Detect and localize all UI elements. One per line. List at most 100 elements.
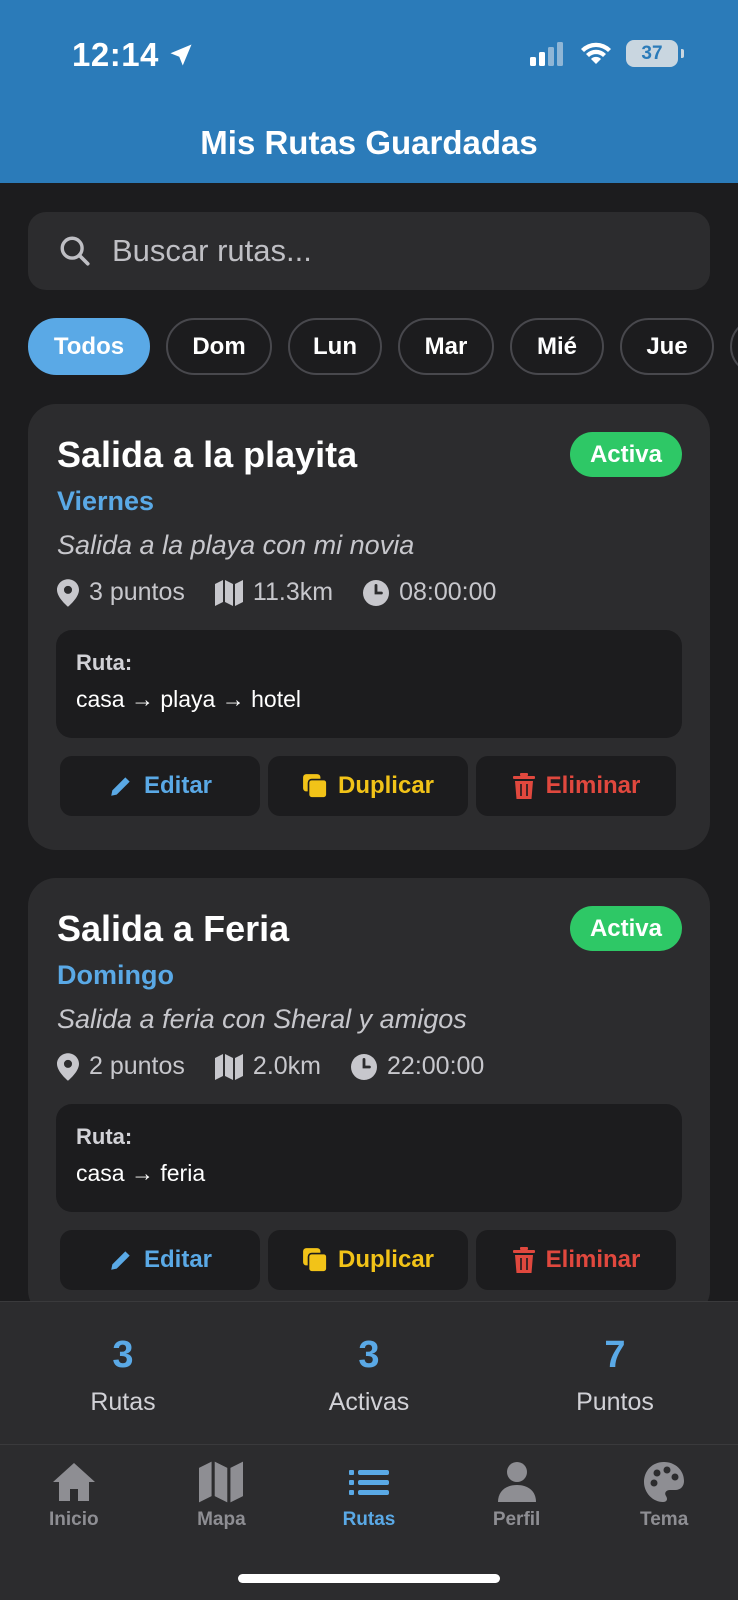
location-arrow-icon: [170, 44, 192, 66]
clock-icon: [351, 1053, 378, 1080]
copy-icon: [303, 1248, 328, 1273]
filter-chip-todos[interactable]: Todos: [28, 318, 150, 375]
clock-text: 12:14: [72, 36, 159, 73]
user-icon: [497, 1462, 536, 1502]
filter-chip-mie[interactable]: Mié: [510, 318, 604, 375]
filter-chip-jue[interactable]: Jue: [620, 318, 714, 375]
filter-chip-next[interactable]: [730, 318, 738, 375]
stats-summary: 3 Rutas 3 Activas 7 Puntos: [0, 1301, 738, 1445]
edit-button[interactable]: Editar: [60, 1230, 260, 1290]
route-day: Viernes: [57, 486, 155, 516]
delete-button[interactable]: Eliminar: [476, 1230, 676, 1290]
route-actions: Editar Duplicar Eliminar: [60, 756, 676, 816]
points-info: 3 puntos: [57, 578, 185, 607]
route-title: Salida a la playita: [57, 434, 358, 475]
map-icon: [214, 1053, 243, 1080]
clock-icon: [363, 579, 390, 606]
tab-tema[interactable]: Tema: [590, 1445, 738, 1600]
points-count: 3 puntos: [89, 578, 185, 606]
distance-info: 11.3km: [214, 578, 334, 607]
tab-inicio[interactable]: Inicio: [0, 1445, 148, 1600]
duplicate-button[interactable]: Duplicar: [268, 756, 468, 816]
day-filter-bar: Todos Dom Lun Mar Mié Jue: [28, 318, 738, 376]
search-icon: [60, 236, 90, 266]
filter-chip-mar[interactable]: Mar: [398, 318, 494, 375]
route-day: Domingo: [57, 960, 174, 990]
points-count: 2 puntos: [89, 1052, 185, 1080]
map-pin-icon: [57, 1052, 79, 1081]
palette-icon: [644, 1462, 685, 1502]
tab-label: Mapa: [197, 1509, 246, 1530]
map-icon: [199, 1461, 244, 1503]
edit-button[interactable]: Editar: [60, 756, 260, 816]
route-meta: 2 puntos 2.0km 22:00:00: [57, 1052, 484, 1081]
home-icon: [52, 1463, 95, 1501]
filter-chip-lun[interactable]: Lun: [288, 318, 382, 375]
duplicate-label: Duplicar: [337, 1246, 435, 1273]
route-actions: Editar Duplicar Eliminar: [60, 1230, 676, 1290]
cellular-signal-icon: [530, 41, 563, 66]
route-meta: 3 puntos 11.3km 08:00:00: [57, 578, 496, 607]
time-value: 08:00:00: [399, 578, 497, 606]
status-indicators: 37: [530, 40, 684, 67]
edit-label: Editar: [143, 772, 212, 799]
route-title: Salida a Feria: [57, 908, 290, 949]
points-info: 2 puntos: [57, 1052, 185, 1081]
route-card[interactable]: Salida a Feria Activa Domingo Salida a f…: [28, 878, 710, 1318]
route-path: casa → feria: [76, 1160, 206, 1186]
map-pin-icon: [57, 578, 79, 607]
list-icon: [348, 1470, 389, 1495]
delete-label: Eliminar: [545, 1246, 641, 1273]
stat-label: Puntos: [576, 1388, 654, 1416]
home-indicator[interactable]: [238, 1574, 500, 1583]
search-input[interactable]: Buscar rutas...: [28, 212, 710, 290]
time-info: 08:00:00: [363, 578, 496, 607]
duplicate-button[interactable]: Duplicar: [268, 1230, 468, 1290]
route-path: casa → playa → hotel: [76, 686, 302, 712]
tab-label: Rutas: [342, 1509, 396, 1530]
stat-value: 3: [358, 1334, 380, 1376]
stat-value: 3: [112, 1334, 134, 1376]
route-label: Ruta:: [76, 650, 133, 675]
stat-activas: 3 Activas: [246, 1302, 492, 1444]
status-time: 12:14: [72, 36, 195, 74]
trash-icon: [512, 773, 535, 799]
map-icon: [214, 579, 243, 606]
time-value: 22:00:00: [387, 1052, 485, 1080]
status-badge: Activa: [569, 432, 682, 477]
route-summary: Ruta: casa → playa → hotel: [56, 630, 682, 738]
duplicate-label: Duplicar: [337, 772, 435, 799]
time-info: 22:00:00: [351, 1052, 484, 1081]
battery-level: 37: [641, 42, 663, 64]
copy-icon: [303, 774, 328, 799]
distance-value: 2.0km: [252, 1052, 322, 1080]
stat-label: Rutas: [90, 1388, 156, 1416]
page-title: Mis Rutas Guardadas: [200, 124, 538, 161]
delete-label: Eliminar: [545, 772, 641, 799]
pencil-icon: [111, 777, 130, 796]
trash-icon: [512, 1247, 535, 1273]
tab-label: Inicio: [48, 1509, 99, 1530]
route-summary: Ruta: casa → feria: [56, 1104, 682, 1212]
distance-value: 11.3km: [252, 578, 334, 606]
status-badge: Activa: [569, 906, 682, 951]
distance-info: 2.0km: [214, 1052, 322, 1081]
route-description: Salida a feria con Sheral y amigos: [57, 1004, 467, 1034]
tab-label: Tema: [640, 1509, 689, 1530]
search-placeholder: Buscar rutas...: [112, 233, 312, 268]
route-label: Ruta:: [76, 1124, 133, 1149]
tab-label: Perfil: [492, 1509, 541, 1530]
route-description: Salida a la playa con mi novia: [57, 530, 415, 560]
stat-label: Activas: [328, 1388, 410, 1416]
pencil-icon: [111, 1251, 130, 1270]
filter-chip-dom[interactable]: Dom: [166, 318, 272, 375]
wifi-icon: [581, 42, 611, 64]
edit-label: Editar: [143, 1246, 212, 1273]
app-header: 12:14 37 Mis Rutas Guardadas: [0, 0, 738, 183]
stat-rutas: 3 Rutas: [0, 1302, 246, 1444]
delete-button[interactable]: Eliminar: [476, 756, 676, 816]
battery-indicator: 37: [626, 40, 684, 67]
stat-puntos: 7 Puntos: [492, 1302, 738, 1444]
stat-value: 7: [604, 1334, 626, 1376]
route-card[interactable]: Salida a la playita Activa Viernes Salid…: [28, 404, 710, 850]
